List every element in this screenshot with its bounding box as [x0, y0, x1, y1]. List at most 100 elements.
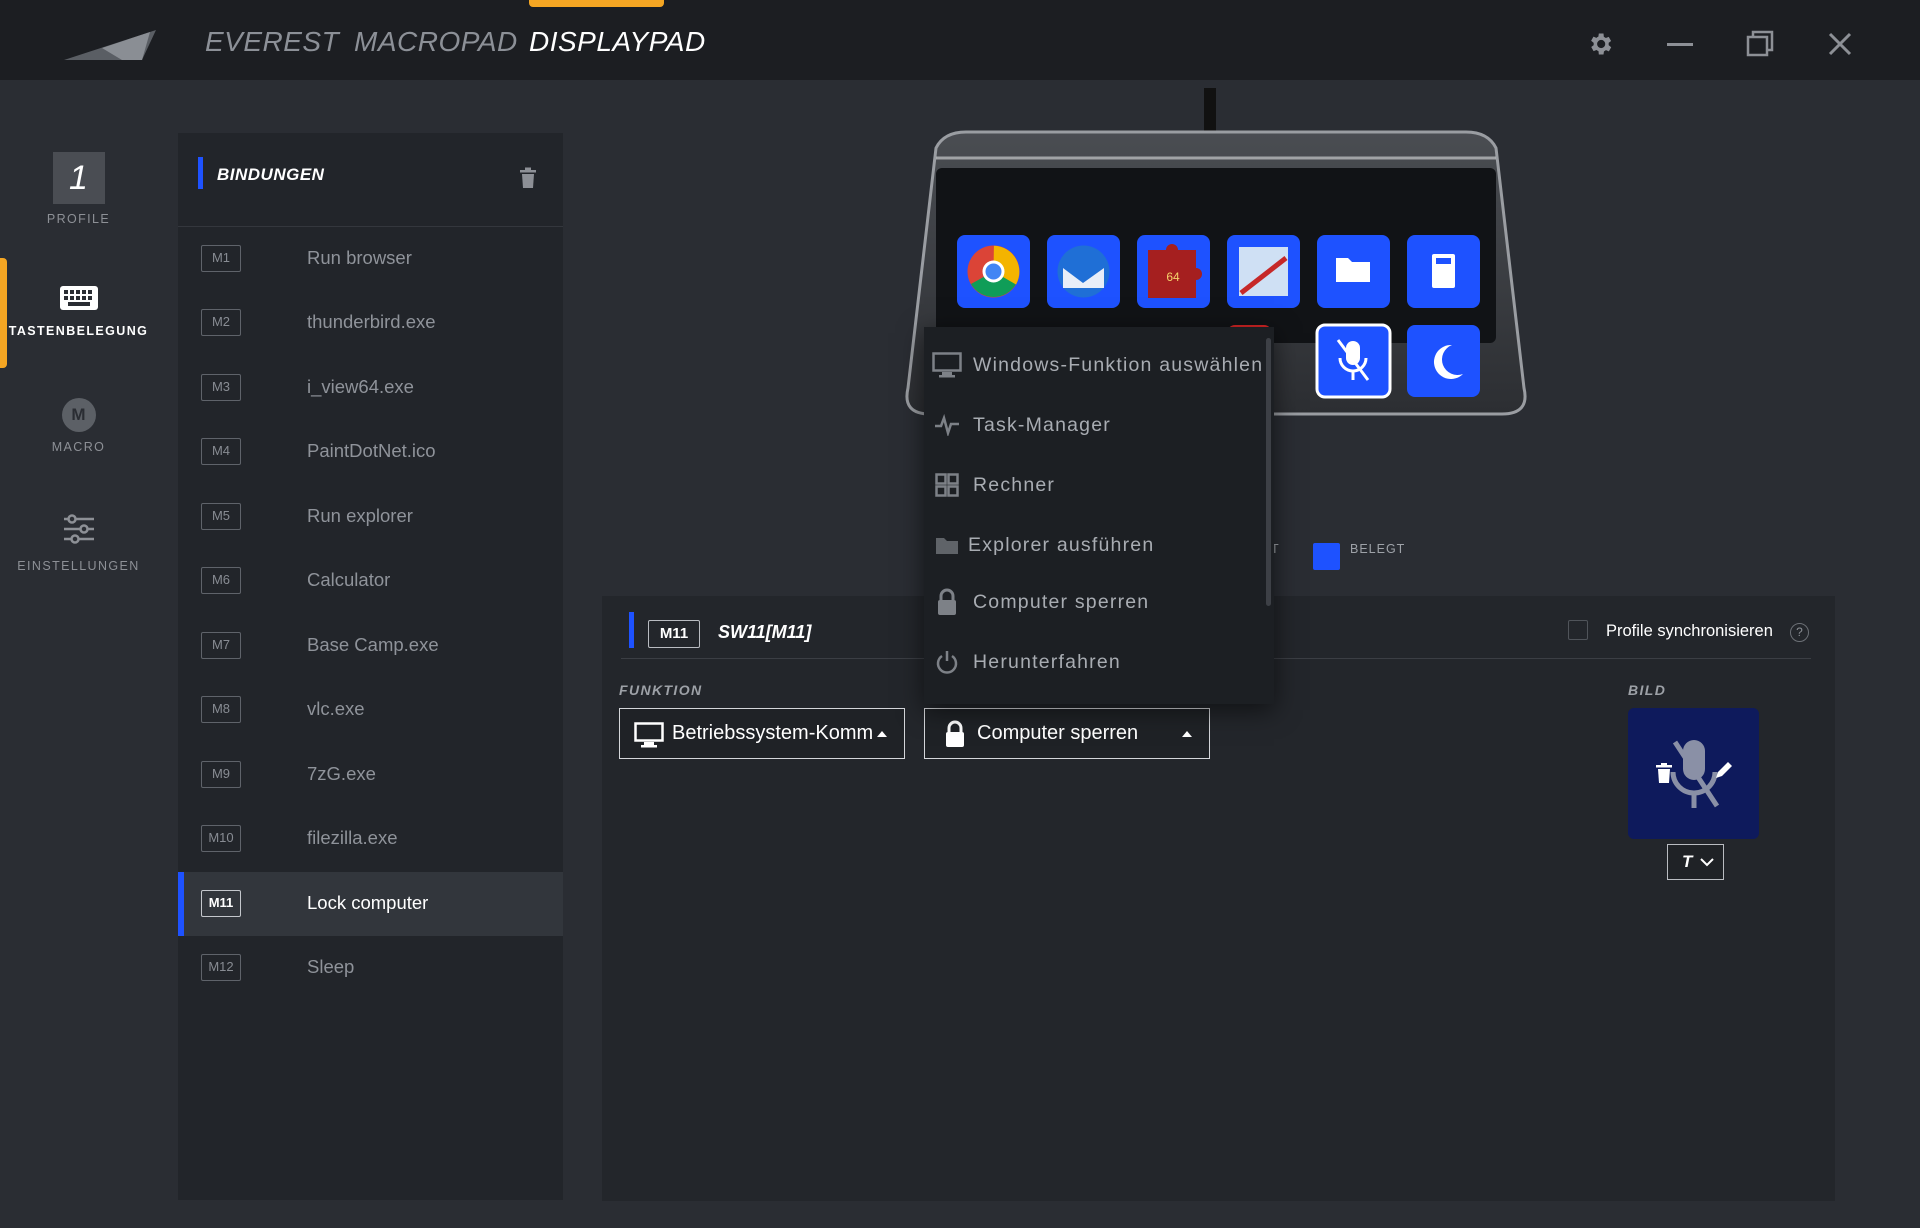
function-label: FUNKTION [619, 682, 703, 698]
key-badge: M5 [201, 503, 241, 530]
sliders-icon [63, 514, 94, 544]
title-bar: EVEREST MACROPAD DISPLAYPAD [0, 0, 1920, 80]
binding-row-m3[interactable]: M3 i_view64.exe [178, 356, 563, 420]
macro-icon: M [61, 398, 96, 432]
function-category-value: Betriebssystem-Komm [672, 722, 872, 744]
dropdown-item-label: Task-Manager [973, 414, 1111, 436]
binding-row-m4[interactable]: M4 PaintDotNet.ico [178, 420, 563, 484]
tab-macropad[interactable]: MACROPAD [354, 26, 518, 58]
binding-row-m9[interactable]: M9 7zG.exe [178, 743, 563, 807]
sidebar-item-profile[interactable]: 1 PROFILE [0, 152, 157, 226]
lock-icon [946, 720, 964, 747]
binding-row-m8[interactable]: M8 vlc.exe [178, 678, 563, 742]
sidebar-item-label: EINSTELLUNGEN [17, 559, 140, 573]
dropdown-item-label: Rechner [973, 474, 1056, 496]
image-label: BILD [1628, 682, 1667, 698]
binding-name: filezilla.exe [307, 827, 398, 848]
close-icon [1828, 32, 1852, 56]
binding-row-m11[interactable]: M11 Lock computer [178, 872, 563, 936]
function-category-select[interactable]: Betriebssystem-Komm [619, 708, 905, 759]
caret-up-icon [1182, 731, 1192, 737]
key-image-preview[interactable] [1628, 708, 1759, 839]
tab-everest[interactable]: EVEREST [205, 26, 339, 58]
key-badge: M2 [201, 309, 241, 336]
binding-name: Lock computer [307, 892, 429, 913]
dropdown-item-lock[interactable]: Computer sperren [924, 577, 1264, 627]
dropdown-item-shutdown[interactable]: Herunterfahren [924, 637, 1264, 687]
key-badge: M8 [201, 696, 241, 723]
binding-row-m1[interactable]: M1 Run browser [178, 227, 563, 291]
binding-name: Sleep [307, 956, 355, 977]
restore-button[interactable] [1740, 24, 1780, 64]
minimize-icon [1667, 43, 1693, 46]
sidebar-item-macro[interactable]: M MACRO [0, 398, 157, 454]
sidebar-item-label: PROFILE [46, 212, 111, 226]
header-accent-bar [198, 157, 203, 189]
left-sidebar: 1 PROFILE TASTENBELEGUNG M MACRO EINSTEL… [0, 80, 157, 1228]
binding-row-m10[interactable]: M10 filezilla.exe [178, 807, 563, 871]
settings-button[interactable] [1580, 24, 1620, 64]
key-badge: M12 [201, 954, 241, 981]
legend-belegt-label: BELEGT [1350, 542, 1406, 556]
key-badge: M11 [201, 890, 241, 917]
brand-logo [64, 30, 156, 60]
sidebar-item-label: TASTENBELEGUNG [8, 324, 149, 338]
folder-icon [936, 538, 958, 554]
key-badge: M3 [201, 374, 241, 401]
text-style-label: T [1682, 852, 1693, 871]
bindings-panel: BINDUNGEN M1 Run browser M2 thunderbird.… [178, 133, 563, 1200]
binding-name: i_view64.exe [307, 376, 414, 397]
sidebar-item-label: MACRO [51, 440, 106, 454]
restore-icon [1746, 30, 1774, 57]
function-action-select[interactable]: Computer sperren [924, 708, 1210, 759]
trash-icon[interactable] [1656, 763, 1672, 783]
binding-row-m6[interactable]: M6 Calculator [178, 549, 563, 613]
caret-up-icon [877, 731, 887, 737]
pencil-icon[interactable] [1714, 760, 1734, 780]
dropdown-scrollbar[interactable] [1266, 338, 1271, 606]
device-key-moon[interactable] [1407, 325, 1480, 397]
keyboard-icon [59, 286, 98, 310]
detail-title: SW11[M11] [718, 622, 812, 642]
binding-row-m7[interactable]: M7 Base Camp.exe [178, 614, 563, 678]
legend-belegt-swatch [1313, 543, 1340, 570]
binding-name: vlc.exe [307, 698, 365, 719]
sidebar-item-tastenbelegung[interactable]: TASTENBELEGUNG [0, 285, 157, 338]
bindings-header: BINDUNGEN [178, 133, 563, 227]
dropdown-item-rechner[interactable]: Rechner [924, 460, 1264, 510]
key-badge: M10 [201, 825, 241, 852]
binding-row-m5[interactable]: M5 Run explorer [178, 485, 563, 549]
dropdown-item-task-manager[interactable]: Task-Manager [924, 400, 1264, 450]
help-icon[interactable]: ? [1790, 623, 1809, 642]
binding-name: Run explorer [307, 505, 413, 526]
key-badge: M9 [201, 761, 241, 788]
chevron-down-icon [1700, 858, 1714, 867]
gear-icon [1591, 33, 1612, 55]
sidebar-item-einstellungen[interactable]: EINSTELLUNGEN [0, 512, 157, 573]
close-button[interactable] [1820, 24, 1860, 64]
active-tab-indicator [529, 0, 664, 7]
binding-row-m12[interactable]: M12 Sleep [178, 936, 563, 1000]
pulse-icon [935, 414, 959, 436]
dropdown-item-windows-function[interactable]: Windows-Funktion auswählen [924, 340, 1264, 390]
text-style-button[interactable]: T [1667, 844, 1724, 880]
detail-accent-bar [629, 612, 634, 648]
lock-icon [938, 588, 956, 615]
function-dropdown-menu: Windows-Funktion auswählen Task-Manager … [924, 327, 1274, 704]
tab-displaypad[interactable]: DISPLAYPAD [529, 26, 706, 58]
dropdown-item-explorer[interactable]: Explorer ausführen [924, 520, 1264, 570]
key-badge: M1 [201, 245, 241, 272]
profile-number: 1 [52, 152, 105, 204]
binding-name: PaintDotNet.ico [307, 440, 436, 461]
bindings-title: BINDUNGEN [217, 165, 325, 184]
detail-key-badge: M11 [648, 620, 700, 648]
minimize-button[interactable] [1660, 24, 1700, 64]
binding-name: Base Camp.exe [307, 634, 439, 655]
binding-name: 7zG.exe [307, 763, 376, 784]
binding-row-m2[interactable]: M2 thunderbird.exe [178, 291, 563, 355]
binding-name: Calculator [307, 569, 391, 590]
trash-icon[interactable] [519, 167, 537, 189]
sync-profiles-checkbox[interactable] [1568, 620, 1588, 640]
power-icon [936, 651, 958, 674]
key-badge: M7 [201, 632, 241, 659]
